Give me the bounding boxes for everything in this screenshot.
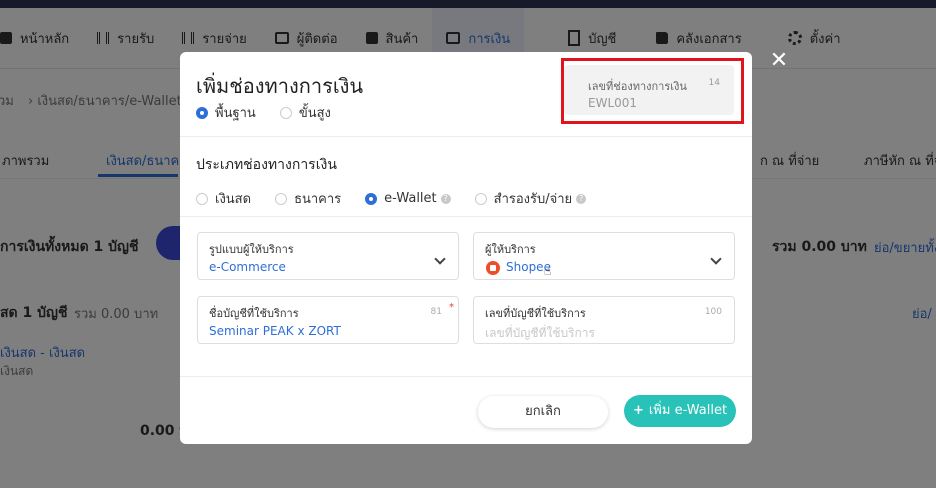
account-number-placeholder: เลขที่บัญชีที่ใช้บริการ <box>485 326 595 340</box>
chevron-down-icon <box>434 253 446 265</box>
type-bank-label: ธนาคาร <box>294 192 342 207</box>
help-icon[interactable]: ? <box>576 193 587 204</box>
radio-unselected-icon <box>196 192 208 205</box>
provider-label: ผู้ให้บริการ <box>485 243 536 256</box>
account-name-input[interactable]: ชื่อบัญชีที่ใช้บริการ 81 * Seminar PEAK … <box>197 296 459 344</box>
add-ewallet-button[interactable]: + เพิ่ม e-Wallet <box>624 395 736 427</box>
type-section-title: ประเภทช่องทางการเงิน <box>196 157 337 173</box>
account-name-value: Seminar PEAK x ZORT <box>209 324 341 338</box>
help-icon[interactable]: ? <box>440 193 451 204</box>
account-number-count: 100 <box>704 307 722 317</box>
plus-icon: + <box>632 403 644 418</box>
add-ewallet-label: เพิ่ม e-Wallet <box>648 403 728 418</box>
highlight-frame <box>561 58 744 124</box>
provider-type-select[interactable]: รูปแบบผู้ให้บริการ e-Commerce <box>197 232 459 280</box>
mode-basic-radio[interactable]: พื้นฐาน <box>196 102 256 123</box>
mode-radio-group: พื้นฐาน ขั้นสูง <box>196 102 331 123</box>
mode-basic-label: พื้นฐาน <box>215 106 256 121</box>
type-radio-group: เงินสด ธนาคาร e-Wallet ? สำรองรับ/จ่าย ? <box>196 188 587 209</box>
radio-selected-icon <box>365 192 378 205</box>
radio-unselected-icon <box>474 192 487 205</box>
account-name-count: 81 <box>430 307 442 317</box>
radio-selected-icon <box>196 106 208 119</box>
cancel-button[interactable]: ยกเลิก <box>478 396 608 428</box>
account-number-label: เลขที่บัญชีที่ใช้บริการ <box>485 307 586 320</box>
provider-select[interactable]: ผู้ให้บริการ Shopee ☝ <box>473 232 735 280</box>
shopee-icon <box>486 261 500 275</box>
type-bank-radio[interactable]: ธนาคาร <box>275 188 341 209</box>
provider-type-label: รูปแบบผู้ให้บริการ <box>209 243 294 256</box>
add-finance-channel-modal: เพิ่มช่องทางการเงิน พื้นฐาน ขั้นสูง เลขท… <box>180 52 752 444</box>
type-cash-radio[interactable]: เงินสด <box>196 188 251 209</box>
mode-advanced-radio[interactable]: ขั้นสูง <box>279 102 331 123</box>
type-reserve-radio[interactable]: สำรองรับ/จ่าย ? <box>474 188 587 209</box>
provider-type-value: e-Commerce <box>209 260 286 274</box>
divider <box>180 136 752 137</box>
mode-advanced-label: ขั้นสูง <box>298 106 331 121</box>
divider <box>180 376 752 377</box>
type-ewallet-radio[interactable]: e-Wallet ? <box>365 188 451 209</box>
radio-unselected-icon <box>279 106 292 119</box>
type-reserve-label: สำรองรับ/จ่าย <box>493 192 573 207</box>
modal-title: เพิ่มช่องทางการเงิน <box>196 74 364 98</box>
radio-unselected-icon <box>275 192 288 205</box>
account-number-input[interactable]: เลขที่บัญชีที่ใช้บริการ 100 เลขที่บัญชีท… <box>473 296 735 344</box>
chevron-down-icon <box>710 253 722 265</box>
close-icon[interactable]: ✕ <box>768 50 790 72</box>
divider <box>180 216 752 217</box>
type-ewallet-label: e-Wallet <box>384 191 437 206</box>
required-marker: * <box>449 302 454 313</box>
type-cash-label: เงินสด <box>215 192 252 207</box>
hand-cursor-icon: ☝ <box>544 264 552 278</box>
account-name-label: ชื่อบัญชีที่ใช้บริการ <box>209 307 299 320</box>
